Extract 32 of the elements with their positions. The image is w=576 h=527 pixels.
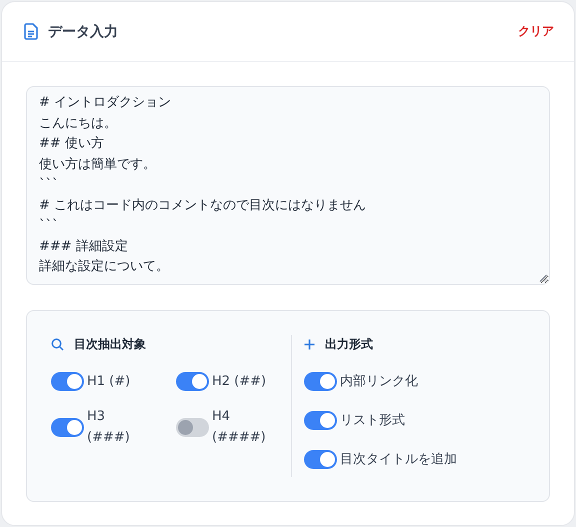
plus-icon [304, 338, 316, 350]
text-line: 使い方は簡単です。 [39, 156, 157, 174]
option-label: 内部リンク化 [340, 373, 418, 391]
section-title: 出力形式 [325, 336, 374, 352]
option-label: H1 (#) [87, 373, 132, 391]
toggle-switch[interactable] [304, 450, 338, 469]
text-line: ``` [39, 176, 60, 194]
toggle-switch[interactable] [51, 372, 84, 391]
section-title: 目次抽出対象 [74, 336, 146, 352]
toggle-switch[interactable] [304, 372, 338, 391]
clear-button[interactable]: クリア [518, 21, 554, 42]
option-label: 目次タイトルを追加 [340, 451, 458, 469]
resize-handle-icon[interactable] [539, 274, 547, 282]
card-title: データ入力 [48, 22, 118, 40]
toggle-switch[interactable] [176, 372, 209, 391]
text-line: ``` [39, 217, 60, 235]
text-line: ## 使い方 [39, 135, 105, 153]
text-line: # イントロダクション [39, 94, 172, 112]
text-line: 詳細な設定について。 [39, 258, 170, 276]
toggle-switch[interactable] [176, 418, 209, 436]
option-label: リスト形式 [340, 412, 406, 430]
option-label: H4 (####) [212, 408, 267, 447]
text-line: こんにちは。 [39, 114, 118, 132]
markdown-input-field[interactable]: # イントロダクション こんにちは。 ## 使い方 使い方は簡単です。 ``` # これはコード内のコメントなので目次にはなりません ``` ### 詳細設定 詳細な設定について。 [26, 86, 550, 285]
toggle-switch[interactable] [304, 411, 338, 430]
toggle-switch[interactable] [51, 418, 84, 436]
text-line: ### 詳細設定 [39, 238, 129, 256]
option-label: H3 (###) [87, 408, 131, 447]
text-line: # これはコード内のコメントなので目次にはなりません [39, 196, 368, 214]
search-icon [51, 338, 64, 350]
document-icon [24, 23, 38, 40]
option-label: H2 (##) [212, 373, 268, 391]
